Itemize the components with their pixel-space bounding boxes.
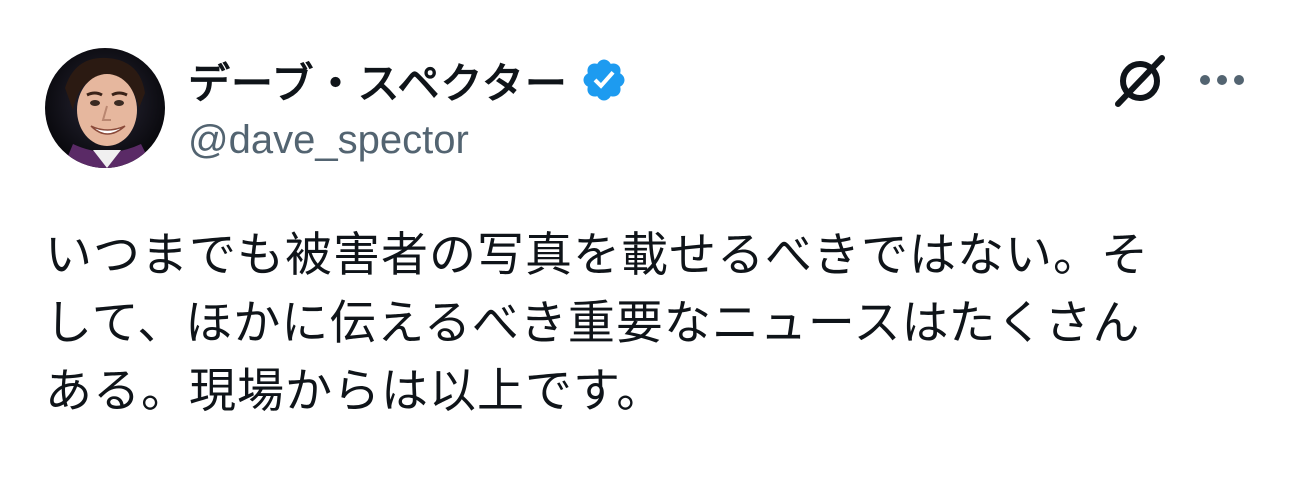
avatar[interactable] xyxy=(45,48,165,168)
tweet-text-line: いつまでも被害者の写真を載せるべきではない。そ xyxy=(45,228,1149,283)
more-horizontal-icon xyxy=(1200,75,1244,85)
grok-button[interactable] xyxy=(1110,52,1170,108)
grok-icon xyxy=(1115,55,1165,107)
tweet-card: デーブ・スペクター @dave_spector いつまでも被害者の写真を載せるべ… xyxy=(0,0,1300,482)
tweet-text-line: して、ほかに伝えるべき重要なニュースはたくさん xyxy=(45,296,1141,351)
verified-badge-icon xyxy=(580,56,628,104)
more-options-button[interactable] xyxy=(1196,62,1248,98)
author-name-row: デーブ・スペクター xyxy=(188,52,628,108)
tweet-text: いつまでも被害者の写真を載せるべきではない。そ して、ほかに伝えるべき重要なニュ… xyxy=(45,222,1245,426)
author-display-name[interactable]: デーブ・スペクター xyxy=(188,50,568,111)
tweet-text-line: ある。現場からは以上です。 xyxy=(45,364,665,419)
author-handle[interactable]: @dave_spector xyxy=(188,118,469,163)
avatar-image xyxy=(45,48,165,168)
